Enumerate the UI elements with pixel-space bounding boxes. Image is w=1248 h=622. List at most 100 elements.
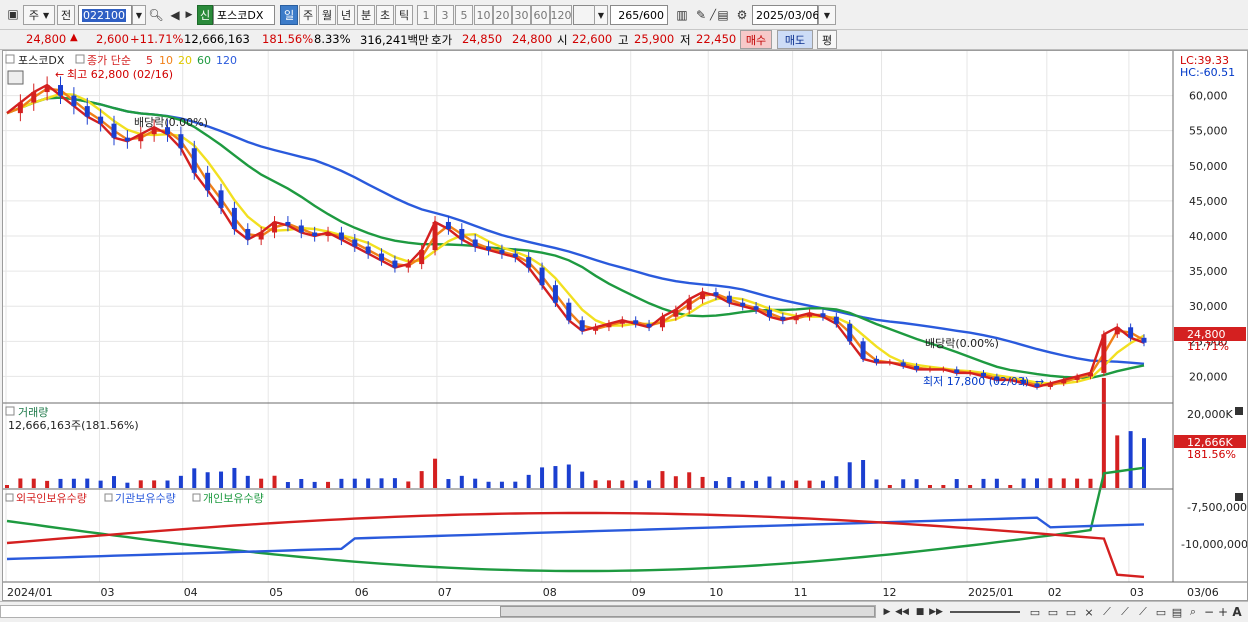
volume-bar bbox=[914, 479, 919, 488]
tab-minute[interactable]: 분 bbox=[357, 5, 375, 25]
volume-value: 12,666,163주(181.56%) bbox=[8, 419, 139, 432]
volume-bar bbox=[633, 480, 638, 488]
institution-holdings-line bbox=[6, 516, 1145, 561]
tab-second[interactable]: 초 bbox=[376, 5, 394, 25]
candle-body bbox=[1114, 327, 1120, 335]
tab-month[interactable]: 월 bbox=[318, 5, 336, 25]
compare-icon[interactable]: ⟋ bbox=[1116, 602, 1134, 622]
candle-body bbox=[472, 239, 478, 247]
interval-20[interactable]: 20 bbox=[493, 5, 512, 25]
trendline-icon[interactable]: ⟋ bbox=[1098, 602, 1116, 622]
candle-body bbox=[1074, 376, 1080, 380]
interval-10[interactable]: 10 bbox=[474, 5, 493, 25]
candle-body bbox=[272, 221, 278, 233]
tab-day[interactable]: 일 bbox=[280, 5, 298, 25]
sell-button[interactable]: 매도 bbox=[777, 30, 813, 49]
volume-bar bbox=[205, 472, 210, 488]
volume-bar bbox=[392, 478, 397, 488]
zoom-slider[interactable] bbox=[950, 611, 1020, 613]
low-price: 22,450 bbox=[696, 32, 737, 46]
price-chart-svg[interactable]: 포스코DX 종가 단순 5 10 20 60 120 LC:39.33 HC:-… bbox=[3, 51, 1247, 600]
crosshair-icon[interactable]: ⨯ bbox=[1080, 602, 1098, 622]
candle-body bbox=[258, 232, 264, 240]
prev-button[interactable]: 전 bbox=[57, 5, 75, 25]
dividend-marker-2: 배당락(0.00%) bbox=[925, 337, 999, 350]
volume-bar bbox=[379, 478, 384, 488]
x-tick-label: 09 bbox=[632, 586, 646, 599]
code-dropdown-button[interactable]: ▼ bbox=[132, 5, 146, 25]
candle-style-icon[interactable]: ▥ bbox=[673, 5, 691, 25]
volume-bar bbox=[620, 480, 625, 488]
tab-year[interactable]: 년 bbox=[337, 5, 355, 25]
forward-icon[interactable]: ▶▶ bbox=[927, 602, 945, 622]
volume-bar bbox=[847, 462, 852, 488]
interval-1[interactable]: 1 bbox=[417, 5, 435, 25]
candle-body bbox=[686, 299, 692, 310]
chevron-down-icon: ▼ bbox=[42, 10, 50, 20]
draw-icon[interactable]: ⟋ bbox=[1134, 602, 1152, 622]
candle-body bbox=[379, 253, 385, 261]
search-icon[interactable]: 🔍︎ bbox=[147, 5, 165, 25]
x-tick-label: 03 bbox=[100, 586, 114, 599]
layout-icon-1[interactable]: ▭ bbox=[1026, 602, 1044, 622]
chart-scrollbar[interactable]: ▶ ◀◀ ■ ▶▶ ▭ ▭ ▭ ⨯ ⟋ ⟋ ⟋ ▭ ▤ ⌕ − + A bbox=[0, 601, 1248, 621]
current-pct-axis-label: 11.71% bbox=[1187, 340, 1229, 353]
next-stock-icon[interactable]: ▶ bbox=[180, 5, 198, 25]
date-input[interactable]: 2025/03/06 bbox=[752, 5, 819, 25]
volume-pct: 181.56% bbox=[262, 32, 314, 46]
count-input[interactable]: 265/600 bbox=[610, 5, 668, 25]
up-arrow-icon: ▲ bbox=[70, 32, 78, 43]
volume-bar bbox=[553, 466, 558, 488]
tab-tick[interactable]: 틱 bbox=[395, 5, 413, 25]
stock-name-field[interactable]: 포스코DX bbox=[213, 5, 275, 25]
count-value: 265 bbox=[618, 8, 640, 22]
date-dropdown-button[interactable]: ▼ bbox=[818, 5, 836, 25]
holdings-toggle-icon-1 bbox=[5, 493, 14, 502]
candle-body bbox=[111, 123, 117, 138]
window-menu-icon[interactable]: ▣ bbox=[4, 4, 22, 24]
volume-bar bbox=[85, 478, 90, 488]
x-tick-label: 05 bbox=[269, 586, 283, 599]
volume-bar bbox=[71, 478, 76, 488]
low-label: 저 bbox=[680, 33, 691, 47]
holdings-toggle-icon-3 bbox=[192, 493, 201, 502]
interval-5[interactable]: 5 bbox=[455, 5, 473, 25]
tab-week[interactable]: 주 bbox=[299, 5, 317, 25]
candle-body bbox=[445, 221, 451, 229]
volume-bar bbox=[941, 485, 946, 488]
volume-bar bbox=[312, 481, 317, 488]
x-tick-label: 02 bbox=[1048, 586, 1062, 599]
period-select[interactable]: 주 ▼ bbox=[23, 5, 55, 25]
chart-area[interactable]: 포스코DX 종가 단순 5 10 20 60 120 LC:39.33 HC:-… bbox=[2, 50, 1248, 601]
volume-bar bbox=[606, 480, 611, 488]
buy-button[interactable]: 매수 bbox=[740, 30, 772, 49]
x-tick-label: 2024/01 bbox=[7, 586, 53, 599]
save-icon[interactable]: ▤ bbox=[714, 5, 732, 25]
gear-icon[interactable]: ⚙ bbox=[733, 5, 751, 25]
font-size-icon[interactable]: A bbox=[1228, 602, 1246, 622]
stock-code-input[interactable]: 022100 bbox=[78, 5, 132, 25]
x-tick-label: 12 bbox=[883, 586, 897, 599]
interval-3[interactable]: 3 bbox=[436, 5, 454, 25]
candle-body bbox=[405, 264, 411, 268]
volume-bar bbox=[1142, 438, 1146, 488]
layout-icon-2[interactable]: ▭ bbox=[1044, 602, 1062, 622]
scroll-thumb[interactable] bbox=[500, 606, 875, 617]
interval-dropdown-button[interactable]: ▼ bbox=[594, 5, 608, 25]
holdings-legend-foreign: 외국인보유수량 bbox=[16, 492, 87, 505]
candle-body bbox=[1101, 334, 1107, 373]
interval-60[interactable]: 60 bbox=[531, 5, 550, 25]
rewind-icon[interactable]: ◀◀ bbox=[893, 602, 911, 622]
interval-30[interactable]: 30 bbox=[512, 5, 531, 25]
interval-120[interactable]: 120 bbox=[550, 5, 572, 25]
candle-body bbox=[1061, 379, 1067, 384]
candle-body bbox=[71, 95, 77, 107]
candle-body bbox=[807, 313, 813, 317]
candle-body bbox=[606, 323, 612, 328]
volume-bar bbox=[807, 480, 812, 488]
low-marker-arrow: → bbox=[1035, 375, 1044, 388]
volume-bar bbox=[45, 480, 50, 488]
eval-button[interactable]: 평 bbox=[817, 30, 837, 49]
layout-icon-3[interactable]: ▭ bbox=[1062, 602, 1080, 622]
x-tick-label: 11 bbox=[794, 586, 808, 599]
